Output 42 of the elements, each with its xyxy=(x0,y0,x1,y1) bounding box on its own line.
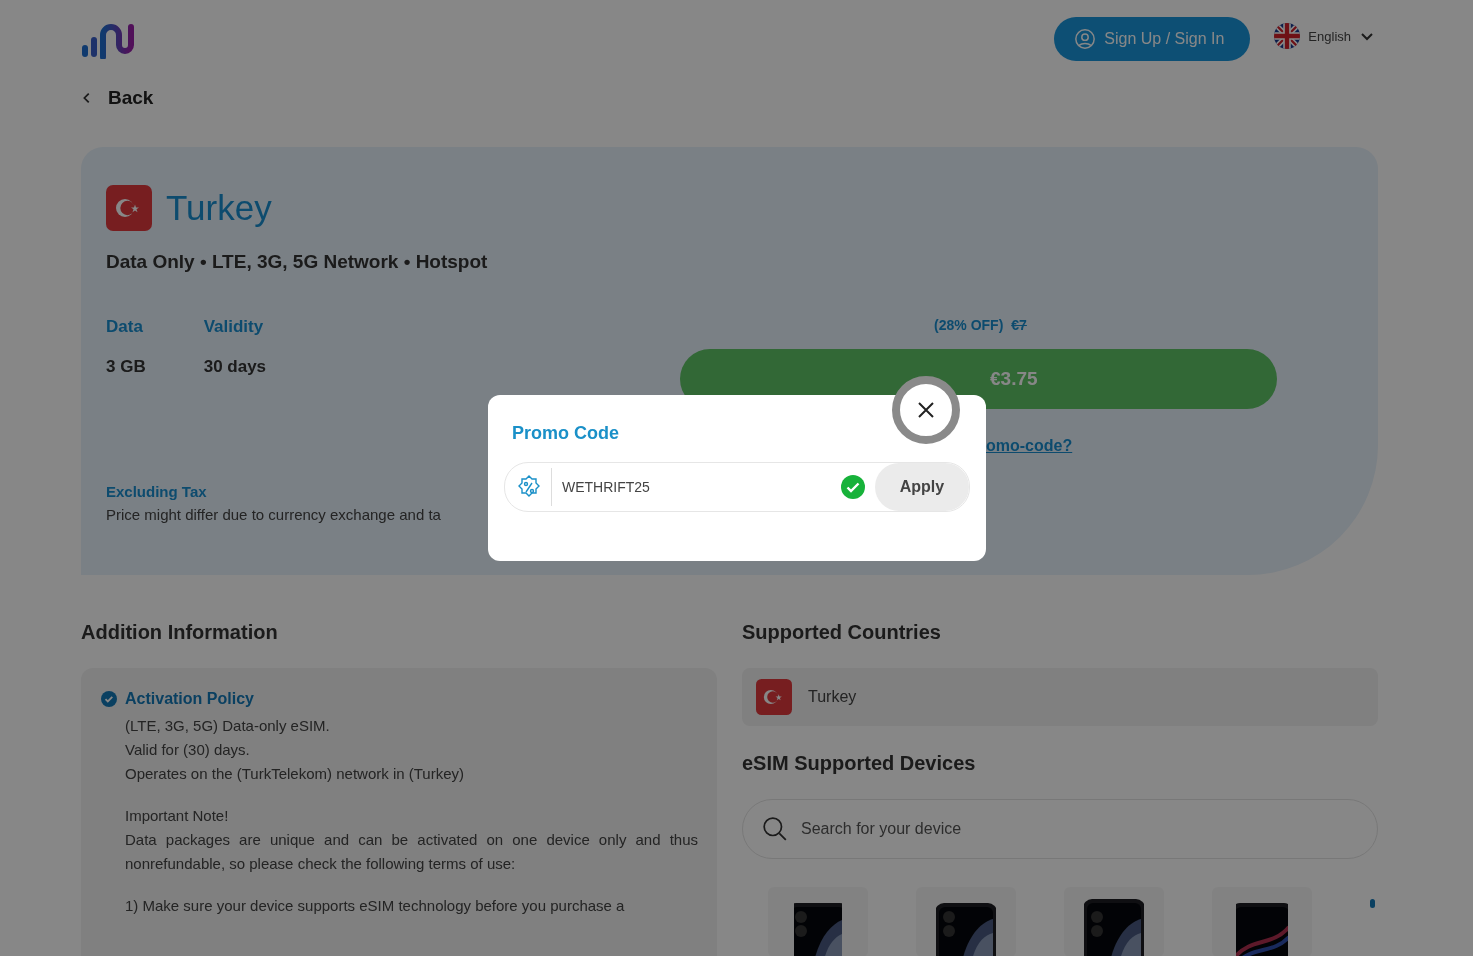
country-title: Turkey xyxy=(166,188,272,228)
dialog-title: Promo Code xyxy=(512,423,620,444)
plan-features: Data Only • LTE, 3G, 5G Network • Hotspot xyxy=(106,251,489,273)
search-icon xyxy=(762,816,788,842)
back-link[interactable]: Back xyxy=(80,87,154,109)
spec-label: Validity xyxy=(203,317,265,337)
old-price: €7 xyxy=(1011,317,1027,333)
flag-icon xyxy=(756,679,792,715)
discount-label: (28% OFF) xyxy=(934,317,1004,333)
country-row[interactable]: Turkey xyxy=(742,668,1378,726)
policy-text: Valid for (30) days. xyxy=(125,740,251,760)
promo-code-link[interactable]: omo-code? xyxy=(986,437,1073,455)
section-heading: Addition Information xyxy=(81,621,279,644)
policy-text: Operates on the (TurkTelekom) network in (Turkey) xyxy=(125,764,465,784)
promo-code-field[interactable]: WETHRIFT25 Apply xyxy=(504,462,970,512)
apply-button[interactable]: Apply xyxy=(875,463,969,511)
tax-note: Price might differ due to currency exchange and ta xyxy=(106,506,441,523)
policy-text: Important Note! xyxy=(125,806,230,826)
policy-text: (LTE, 3G, 5G) Data-only eSIM. xyxy=(125,716,331,736)
device-card[interactable] xyxy=(1212,887,1312,956)
close-icon xyxy=(916,400,936,420)
spec-value: 3 GB xyxy=(106,357,146,377)
policy-title: Activation Policy xyxy=(125,690,254,708)
language-selector[interactable]: English xyxy=(1274,23,1375,49)
spec-label: Data xyxy=(106,317,144,337)
section-heading: eSIM Supported Devices xyxy=(742,752,977,775)
search-field[interactable]: Search for your device xyxy=(742,799,1378,859)
flag-icon xyxy=(106,185,152,231)
spec-value: 30 days xyxy=(203,357,267,377)
policy-text: 1) Make sure your device supports eSIM technology before you purchase a xyxy=(125,896,626,916)
scrollbar-thumb[interactable] xyxy=(1370,899,1375,908)
device-card[interactable] xyxy=(916,887,1016,956)
sign-in-button[interactable]: Sign Up / Sign In xyxy=(1054,17,1251,61)
policy-text: Data packages are unique and can be activated on one device only and thus nonrefundable, so please check the following terms of use: xyxy=(125,830,698,874)
flag-icon xyxy=(1274,23,1301,49)
device-card[interactable] xyxy=(768,887,868,956)
user-icon xyxy=(1074,28,1097,50)
country-name: Turkey xyxy=(808,688,857,706)
device-card[interactable] xyxy=(1064,887,1164,956)
tax-title: Excluding Tax xyxy=(106,483,207,500)
check-icon xyxy=(101,691,117,707)
section-heading: Supported Countries xyxy=(742,621,942,644)
